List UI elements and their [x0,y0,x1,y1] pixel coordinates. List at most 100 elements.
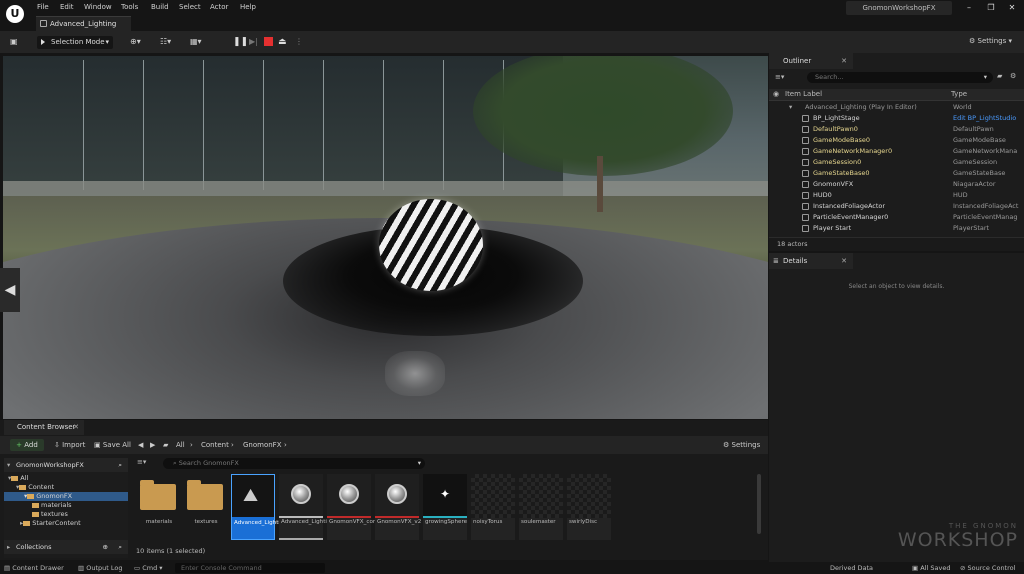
outliner-tab[interactable]: Outliner ✕ [769,53,853,69]
save-icon[interactable]: ▣ [10,37,22,47]
menu-help[interactable]: Help [240,3,256,11]
settings-label: Settings [977,37,1007,45]
gnomon-vfx-sphere[interactable] [379,199,483,291]
outliner-row[interactable]: GnomonVFX NiagaraActor [769,179,1024,190]
outliner-row[interactable]: GameSession0 GameSession [769,157,1024,168]
menu-tools[interactable]: Tools [121,3,138,11]
add-actor-icon[interactable]: ⊕▾ [130,37,150,47]
asset-scrollbar[interactable] [757,474,761,534]
outliner-row[interactable]: GameModeBase0 GameModeBase [769,135,1024,146]
blueprint-icon[interactable]: ☷▾ [160,37,180,47]
collections-header[interactable]: ▸ Collections ⊕ ⌕ [4,540,128,554]
menu-actor[interactable]: Actor [210,3,228,11]
cinematics-icon[interactable]: ▦▾ [190,37,212,47]
asset-tile[interactable]: textures [183,474,227,540]
content-drawer-button[interactable]: ▤ Content Drawer [4,562,64,574]
menu-edit[interactable]: Edit [60,3,74,11]
outliner-row[interactable]: HUD0 HUD [769,190,1024,201]
asset-tile[interactable]: noisyTorus [471,474,515,540]
tree-item-startercontent[interactable]: ▸ StarterContent [20,519,81,528]
source-control-button[interactable]: ⊘ Source Control [960,562,1015,574]
filter-icon[interactable]: ≡▾ [137,458,146,466]
sources-header[interactable]: ▾ GnomonWorkshopFX ⌕ [4,458,128,472]
history-forward-icon[interactable]: ▶ [150,439,155,451]
breadcrumb-all[interactable]: All [176,439,185,451]
skip-frame-icon[interactable]: ▶| [249,37,259,47]
tree-item-gnomonfx[interactable]: ▾ GnomonFX [4,492,128,501]
tree-item-all[interactable]: ▾ All [8,474,28,483]
menu-build[interactable]: Build [151,3,169,11]
outliner-row[interactable]: DefaultPawn0 DefaultPawn [769,124,1024,135]
pause-icon[interactable]: ❚❚ [233,37,248,47]
eject-icon[interactable]: ⏏ [278,37,288,47]
folder-icon[interactable]: ▰ [163,439,168,451]
outliner-row[interactable]: ▾ Advanced_Lighting (Play In Editor) World [769,102,1024,113]
asset-tile[interactable]: materials [136,474,180,540]
asset-search-input[interactable]: ⌕ Search GnomonFX ▾ [163,458,425,469]
content-browser-tab[interactable]: Content Browser ✕ [4,420,84,435]
toolbar-settings-button[interactable]: ⚙ Settings ▾ [969,37,1012,45]
outliner-row[interactable]: Player Start PlayerStart [769,223,1024,234]
menu-file[interactable]: File [37,3,49,11]
outliner-row[interactable]: ParticleEventManager0 ParticleEventManag [769,212,1024,223]
close-icon[interactable]: ✕ [73,420,79,435]
history-back-icon[interactable]: ◀ [138,439,143,451]
breadcrumb-gnomonfx[interactable]: GnomonFX [243,439,282,451]
chevron-down-icon: ▾ [417,459,421,467]
level-tab[interactable]: Advanced_Lighting [36,16,131,31]
terminal-icon: ▭ [134,564,141,572]
level-viewport[interactable] [3,56,768,419]
gear-icon[interactable]: ⚙ [1010,72,1016,80]
selection-mode-dropdown[interactable]: Selection Mode ▾ [37,36,113,49]
asset-tile[interactable]: soulemaster [519,474,563,540]
close-icon[interactable]: ✕ [1005,2,1019,14]
menu-select[interactable]: Select [179,3,201,11]
asset-tile[interactable]: Advanced_Lighting_BuiltData [279,474,363,540]
asset-tile[interactable]: GnomonVFX_v2 [375,474,421,540]
save-all-button[interactable]: ▣ Save All [94,439,131,451]
column-header-type[interactable]: Type [951,90,967,98]
outliner-row[interactable]: GameNetworkManager0 GameNetworkMana [769,146,1024,157]
tree-item-materials[interactable]: materials [32,501,72,510]
search-icon[interactable]: ⌕ [118,540,122,554]
asset-tile[interactable]: ✦ growingSphere [423,474,467,540]
asset-tile[interactable]: swirlyDisc [567,474,611,540]
menu-window[interactable]: Window [84,3,112,11]
console-input[interactable]: Enter Console Command [175,563,325,573]
output-log-button[interactable]: ▥ Output Log [78,562,123,574]
unreal-logo-icon[interactable]: U [6,5,24,23]
outliner-search-input[interactable]: Search... ▾ [807,72,993,83]
import-button[interactable]: ⇩ Import [54,439,85,451]
more-options-icon[interactable]: ⋮ [295,37,305,47]
outliner-row[interactable]: GameStateBase0 GameStateBase [769,168,1024,179]
outliner-row[interactable]: BP_LightStage Edit BP_LightStudio [769,113,1024,124]
add-collection-icon[interactable]: ⊕ [103,540,108,554]
gnomon-workshop-watermark: THE GNOMON WORKSHOP [848,522,1018,566]
tree-item-content[interactable]: ▾ Content [16,483,54,492]
content-settings-button[interactable]: ⚙ Settings [723,439,760,451]
chevron-right-icon: ▸ [7,543,11,551]
filter-icon[interactable]: ≡▾ [775,73,784,81]
restore-icon[interactable]: ❐ [984,2,998,14]
visibility-eye-icon[interactable]: ◉ [773,90,779,98]
minimize-icon[interactable]: – [962,2,976,14]
add-button[interactable]: + Add [10,439,44,451]
viewport-tree-trunk [597,156,603,212]
details-tab[interactable]: ≣ Details ✕ [769,253,853,269]
empty-preview-icon [471,474,515,518]
nav-left-arrow-icon[interactable]: ◀ [0,268,20,312]
close-icon[interactable]: ✕ [841,253,847,269]
outliner-row[interactable]: InstancedFoliageActor InstancedFoliageAct [769,201,1024,212]
breadcrumb-content[interactable]: Content [201,439,229,451]
folder-icon[interactable]: ▰ [997,72,1002,80]
all-saved-button[interactable]: ▣ All Saved [912,562,950,574]
asset-tile[interactable]: GnomonVFX_corrupt [327,474,387,540]
cmd-dropdown[interactable]: ▭ Cmd ▾ [134,562,163,574]
column-header-label[interactable]: Item Label [785,90,822,98]
asset-tile-selected[interactable]: ⛰ Advanced_Lighting [231,474,287,540]
stop-icon[interactable] [264,37,273,46]
search-icon[interactable]: ⌕ [118,458,122,472]
close-icon[interactable]: ✕ [841,53,847,69]
derived-data-button[interactable]: Derived Data [830,562,873,574]
tree-item-textures[interactable]: textures [32,510,68,519]
